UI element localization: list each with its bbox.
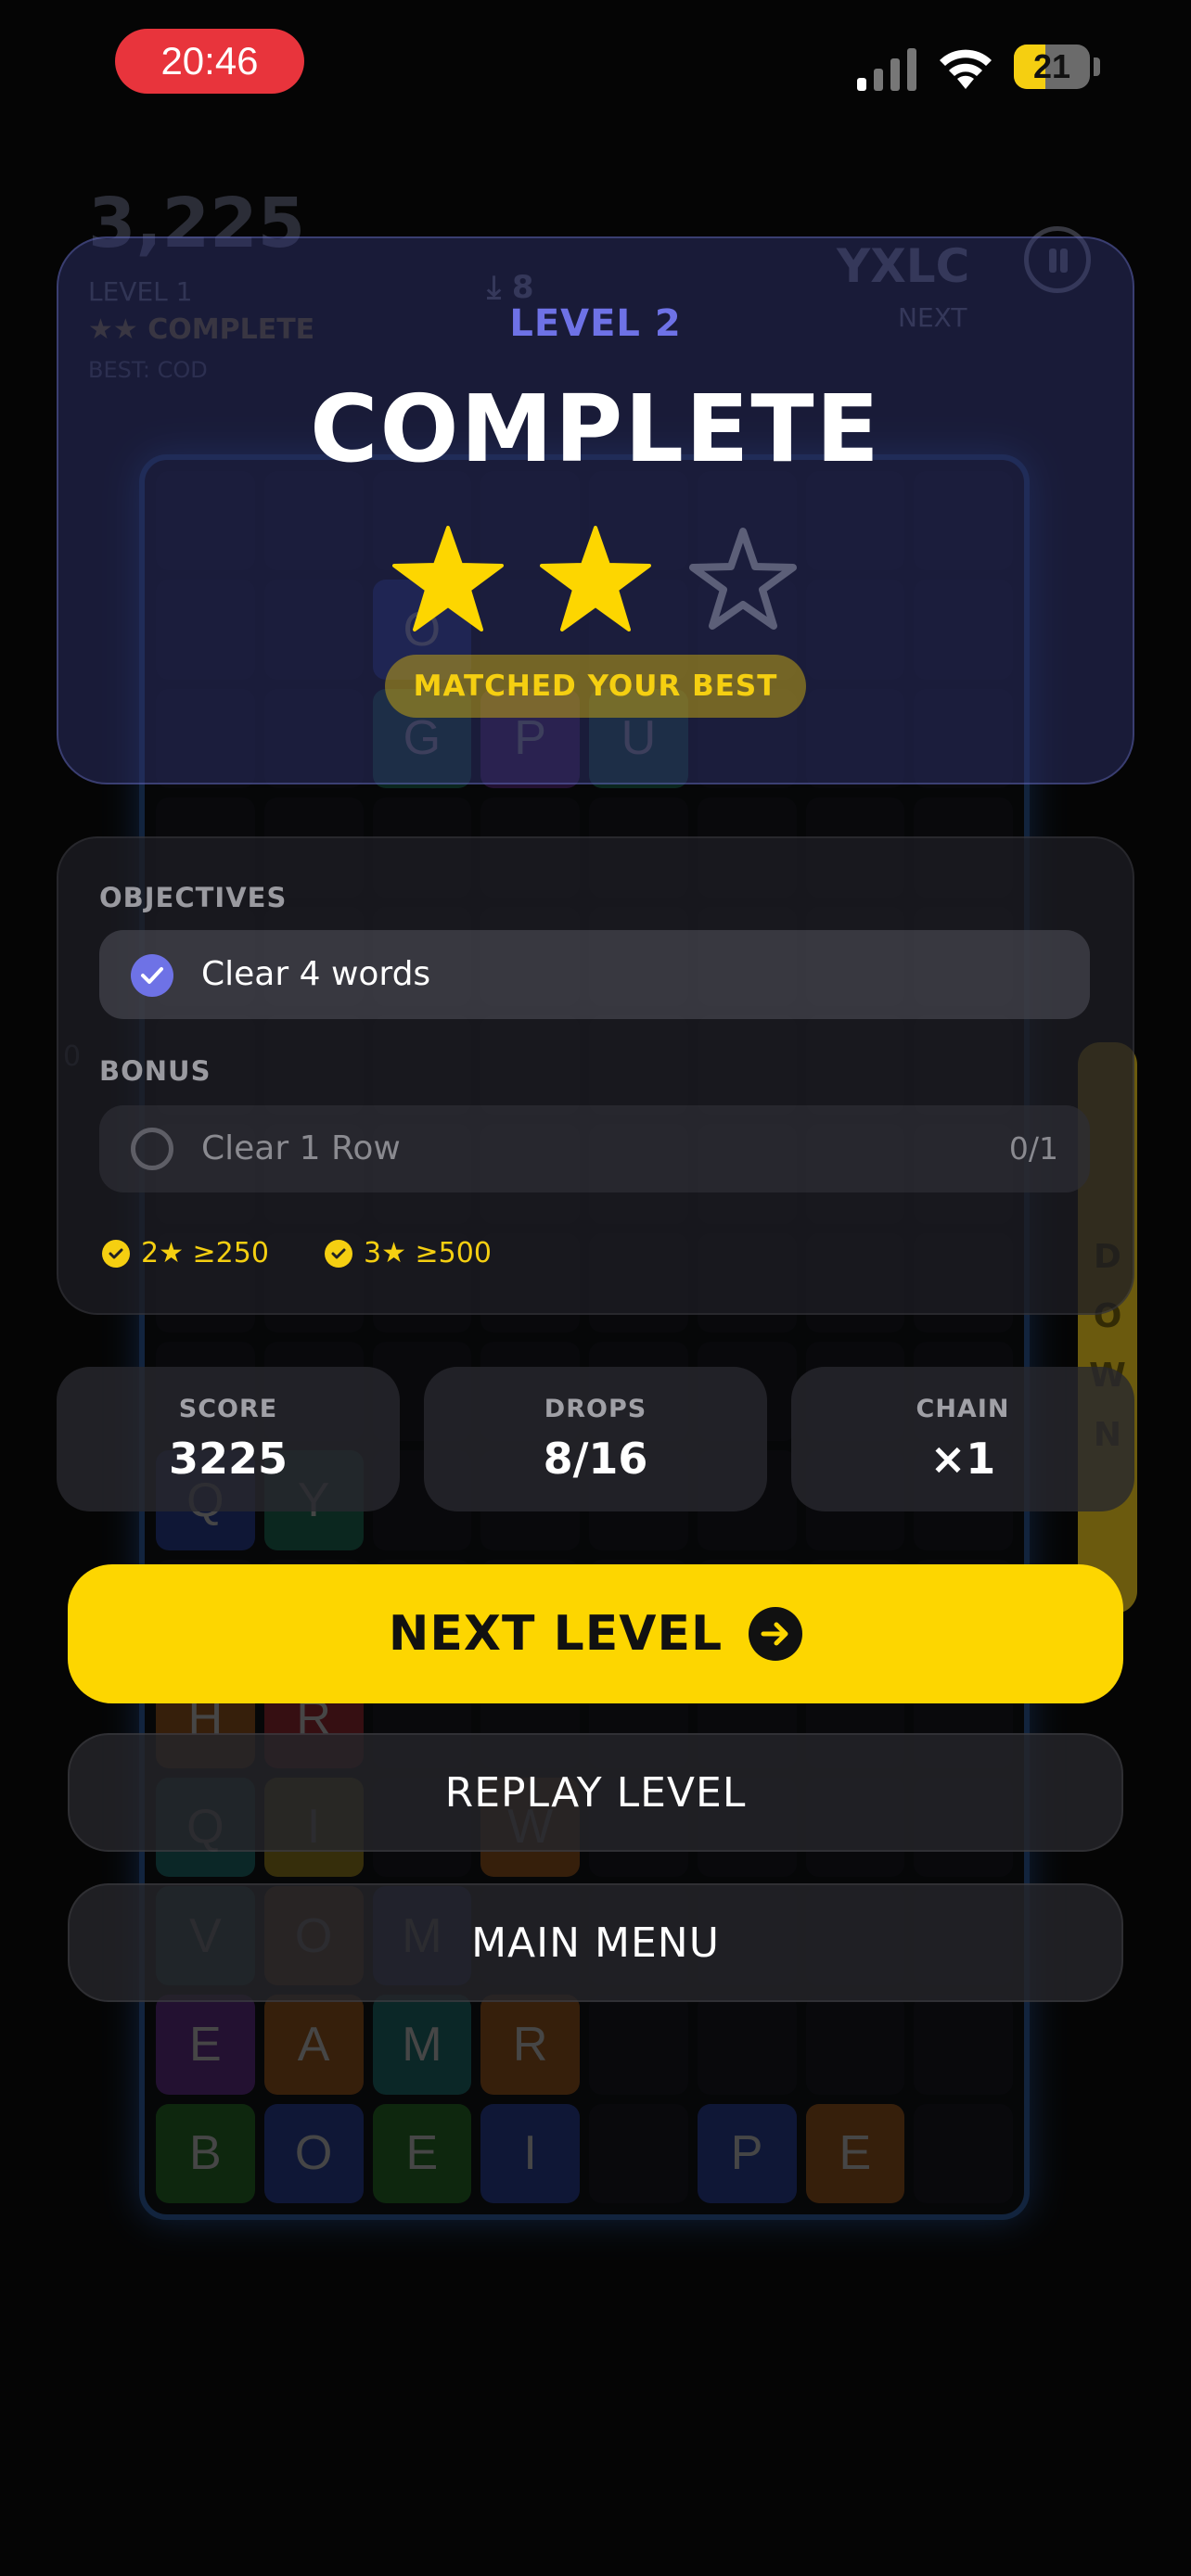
board-tile: M	[372, 1995, 472, 2095]
matched-best-badge: MATCHED YOUR BEST	[385, 655, 806, 718]
board-cell	[914, 2103, 1013, 2203]
bonus-row: Clear 1 Row 0/1	[99, 1105, 1090, 1192]
level-label: LEVEL 2	[509, 302, 682, 345]
stat-value: ×1	[929, 1434, 996, 1484]
signal-icon	[857, 48, 916, 91]
threshold-3-star: 3★ ≥500	[325, 1237, 492, 1269]
objective-text: Clear 4 words	[201, 955, 431, 993]
board-tile: E	[805, 2103, 905, 2203]
arrow-right-icon	[749, 1607, 803, 1661]
stat-drops-card: DROPS 8/16	[424, 1367, 767, 1511]
replay-level-button[interactable]: REPLAY LEVEL	[68, 1733, 1123, 1852]
status-time: 20:46	[115, 29, 304, 94]
board-tile: A	[263, 1995, 364, 2095]
board-tile: B	[156, 2103, 255, 2203]
objectives-label: OBJECTIVES	[99, 882, 288, 913]
objective-row: Clear 4 words	[99, 930, 1090, 1019]
bonus-text: Clear 1 Row	[201, 1129, 401, 1167]
stat-score-card: SCORE 3225	[57, 1367, 400, 1511]
board-cell	[589, 1995, 688, 2095]
threshold-3-text: 3★ ≥500	[364, 1237, 492, 1269]
bonus-progress: 0/1	[1008, 1130, 1058, 1167]
battery-icon: 21	[1014, 45, 1090, 89]
stat-label: SCORE	[178, 1395, 278, 1423]
board-cell	[914, 1995, 1013, 2095]
board-tile: P	[697, 2103, 797, 2203]
bonus-label: BONUS	[99, 1055, 211, 1087]
board-cell	[697, 1995, 797, 2095]
threshold-2-star: 2★ ≥250	[102, 1237, 269, 1269]
stat-chain-card: CHAIN ×1	[791, 1367, 1134, 1511]
board-cell	[589, 2103, 688, 2203]
star-filled-icon	[392, 526, 504, 631]
stat-label: CHAIN	[916, 1395, 1010, 1423]
check-icon	[131, 954, 173, 997]
next-level-button[interactable]: NEXT LEVEL	[68, 1564, 1123, 1703]
threshold-2-text: 2★ ≥250	[141, 1237, 269, 1269]
board-tile: I	[480, 2103, 580, 2203]
board-cell	[805, 1995, 905, 2095]
board-tile: E	[372, 2103, 472, 2203]
board-tile: R	[480, 1995, 580, 2095]
unchecked-circle-icon	[131, 1128, 173, 1170]
threshold-check-icon	[102, 1239, 130, 1268]
stat-value: 3225	[168, 1434, 288, 1484]
star-filled-icon	[540, 526, 651, 631]
stat-label: DROPS	[544, 1395, 647, 1423]
board-tile: O	[263, 2103, 364, 2203]
next-level-label: NEXT LEVEL	[388, 1606, 724, 1662]
main-menu-button[interactable]: MAIN MENU	[68, 1883, 1123, 2002]
board-tile: E	[156, 1995, 255, 2095]
stat-value: 8/16	[543, 1434, 648, 1484]
wifi-icon	[940, 49, 992, 89]
threshold-check-icon	[325, 1239, 352, 1268]
star-empty-icon	[689, 528, 797, 630]
battery-cap	[1094, 57, 1100, 76]
complete-title: COMPLETE	[310, 375, 881, 483]
battery-level: 21	[1032, 47, 1071, 85]
